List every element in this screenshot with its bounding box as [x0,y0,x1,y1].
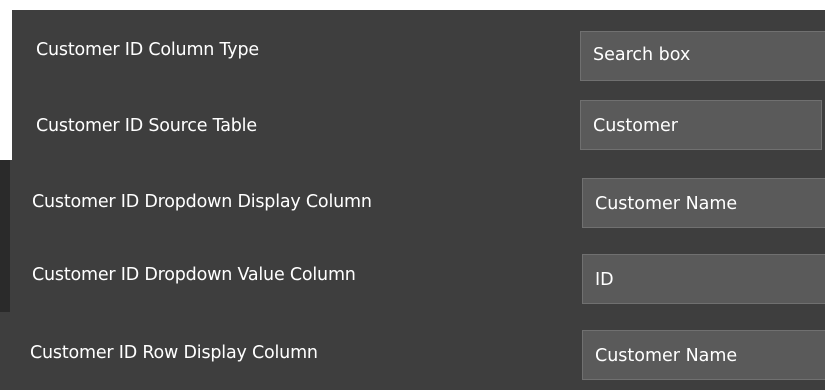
source-table-field[interactable]: Customer [580,100,822,150]
row-display-column-value: Customer Name [595,346,738,366]
field-label-column-type: Customer ID Column Type [36,40,259,60]
left-gutter [0,10,12,160]
source-table-value: Customer [593,116,679,136]
properties-panel: Customer ID Column Type Search box Custo… [0,0,825,390]
dropdown-value-column-field[interactable]: ID [582,254,825,304]
left-divider [0,160,10,312]
field-label-dropdown-value-column: Customer ID Dropdown Value Column [32,265,356,285]
column-type-field[interactable]: Search box [580,31,825,81]
column-type-value: Search box [593,45,691,65]
dropdown-display-column-field[interactable]: Customer Name [582,178,825,228]
top-edge [0,0,825,10]
row-display-column-field[interactable]: Customer Name [582,330,825,380]
field-label-source-table: Customer ID Source Table [36,116,257,136]
field-label-dropdown-display-column: Customer ID Dropdown Display Column [32,192,372,212]
dropdown-display-column-value: Customer Name [595,194,738,214]
field-label-row-display-column: Customer ID Row Display Column [30,343,318,363]
dropdown-value-column-value: ID [595,270,614,290]
